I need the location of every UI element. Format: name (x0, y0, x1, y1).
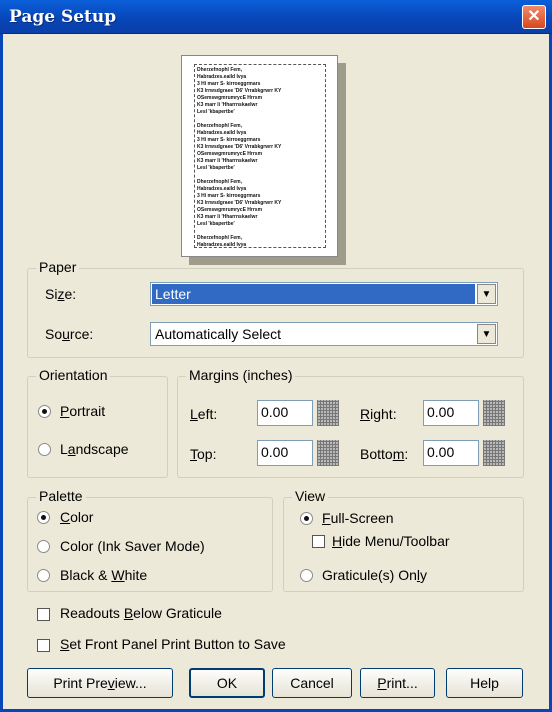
preview-line: Dherzefnophl Fem, (197, 67, 243, 73)
fullscreen-label[interactable]: Full-Screen (322, 510, 394, 526)
margins-legend: Margins (inches) (186, 367, 296, 383)
hide-toolbar-label[interactable]: Hide Menu/Toolbar (332, 533, 450, 549)
help-button[interactable]: Help (446, 668, 523, 698)
preview-line: 3 Hi marr S- kirroeggrmars (197, 137, 261, 143)
view-legend: View (292, 488, 329, 504)
portrait-label[interactable]: Portrait (60, 403, 105, 419)
palette-legend: Palette (36, 488, 86, 504)
preview-line: OSemswgmrumrycE Hrrsm (197, 207, 263, 213)
preview-line: Dherzefnophl Fem, (197, 123, 243, 129)
color-radio[interactable] (37, 511, 50, 524)
inksaver-label[interactable]: Color (Ink Saver Mode) (60, 538, 205, 554)
right-margin-label: Right: (360, 406, 397, 422)
size-value: Letter (155, 286, 191, 302)
top-margin-label: Top: (190, 446, 217, 462)
hide-toolbar-checkbox[interactable] (312, 535, 325, 548)
title-bar: Page Setup ✕ (0, 0, 552, 34)
preview-line: K3 lrrwsdgraee 'D6' Vrrabkgrwrr KY (197, 144, 282, 150)
preview-line: 3 Hi marr S- kirroeggrmars (197, 81, 261, 87)
preview-line: 3 Hi marr S- kirroeggrmars (197, 193, 261, 199)
print-preview-button[interactable]: Print Preview... (27, 668, 173, 698)
top-margin-spinner[interactable] (317, 440, 339, 466)
preview-text: Dherzefnophl Fem, Habradzes.eaild Ivya 3 H… (194, 64, 326, 248)
preview-line: Habradzes.eaild Ivya (197, 130, 247, 136)
right-margin-input[interactable]: 0.00 (423, 400, 479, 426)
bottom-margin-label: Bottom: (360, 446, 409, 462)
landscape-radio[interactable] (38, 443, 51, 456)
preview-line: Habradzes.eaild Ivya (197, 186, 247, 192)
preview-line: K3 marr li 'Hharrnskaelwr (197, 158, 258, 164)
preview-line: K3 marr li 'Hharrnskaelwr (197, 102, 258, 108)
bottom-margin-spinner[interactable] (483, 440, 505, 466)
preview-line: Dherzefnophl Fem, (197, 235, 243, 241)
bottom-margin-input[interactable]: 0.00 (423, 440, 479, 466)
blackwhite-label[interactable]: Black & White (60, 567, 147, 583)
frontpanel-checkbox[interactable] (37, 639, 50, 652)
preview-gap (197, 172, 323, 179)
readouts-checkbox[interactable] (37, 608, 50, 621)
preview-line: K3 lrrwsdgraee 'D6' Vrrabkgrwrr KY (197, 88, 282, 94)
paper-legend: Paper (36, 259, 80, 275)
frontpanel-label[interactable]: Set Front Panel Print Button to Save (60, 636, 286, 652)
preview-line: K3 lrrwsdgraee 'D6' Vrrabkgrwrr KY (197, 200, 282, 206)
fullscreen-radio[interactable] (300, 512, 313, 525)
preview-line: Habradzes.eaild Ivya (197, 242, 247, 248)
cancel-button[interactable]: Cancel (272, 668, 352, 698)
graticule-label[interactable]: Graticule(s) Only (322, 567, 427, 583)
close-button[interactable]: ✕ (522, 5, 546, 29)
orientation-group: Orientation (27, 367, 168, 478)
left-margin-input[interactable]: 0.00 (257, 400, 313, 426)
preview-line: OSemswgmrumrycE Hrrsm (197, 95, 263, 101)
source-value: Automatically Select (155, 326, 282, 342)
readouts-label[interactable]: Readouts Below Graticule (60, 605, 222, 621)
inksaver-radio[interactable] (37, 540, 50, 553)
right-margin-spinner[interactable] (483, 400, 505, 426)
preview-line: Dherzefnophl Fem, (197, 179, 243, 185)
chevron-down-icon[interactable]: ▼ (477, 284, 496, 304)
preview-line: Lesl 'kbapertbe' (197, 109, 235, 115)
preview-line: K3 marr li 'Hharrnskaelwr (197, 214, 258, 220)
size-label: Size: (45, 286, 77, 302)
left-margin-label: Left: (190, 406, 218, 422)
portrait-radio[interactable] (38, 405, 51, 418)
preview-line: Lesl 'kbapertbe' (197, 165, 235, 171)
chevron-down-icon[interactable]: ▼ (477, 324, 496, 344)
page-preview: Dherzefnophl Fem, Habradzes.eaild Ivya 3 H… (181, 55, 338, 257)
close-icon: ✕ (527, 8, 541, 25)
blackwhite-radio[interactable] (37, 569, 50, 582)
top-margin-input[interactable]: 0.00 (257, 440, 313, 466)
size-dropdown[interactable]: Letter ▼ (150, 282, 498, 306)
graticule-radio[interactable] (300, 569, 313, 582)
preview-line: Habradzes.eaild Ivya (197, 74, 247, 80)
preview-gap (197, 116, 323, 123)
preview-line: Lesl 'kbapertbe' (197, 221, 235, 227)
orientation-legend: Orientation (36, 367, 111, 383)
print-button[interactable]: Print... (360, 668, 435, 698)
color-label[interactable]: Color (60, 509, 93, 525)
preview-gap (197, 228, 323, 235)
left-margin-spinner[interactable] (317, 400, 339, 426)
source-label: Source: (45, 326, 94, 342)
window-title: Page Setup (9, 7, 117, 27)
ok-button[interactable]: OK (189, 668, 265, 698)
landscape-label[interactable]: Landscape (60, 441, 129, 457)
preview-line: OSemswgmrumrycE Hrrsm (197, 151, 263, 157)
source-dropdown[interactable]: Automatically Select ▼ (150, 322, 498, 346)
